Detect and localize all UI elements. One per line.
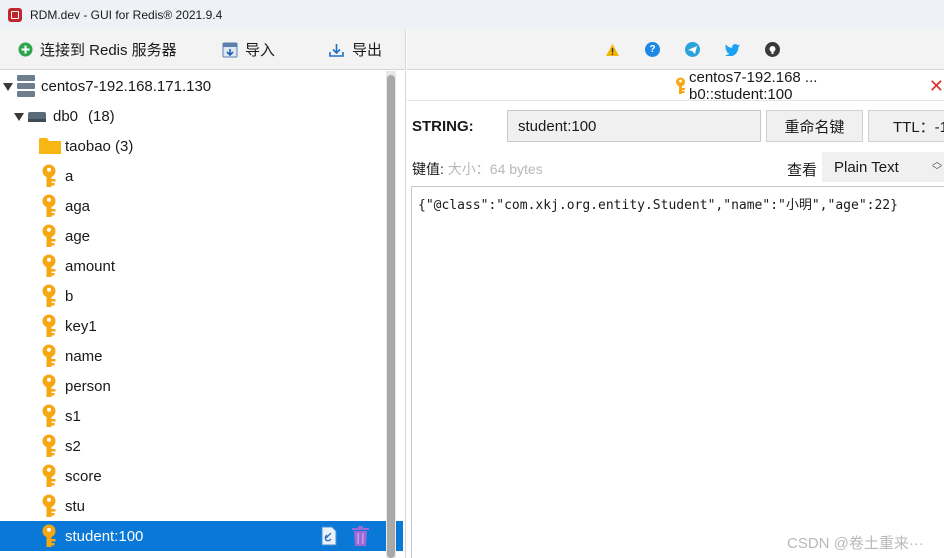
tree-key-row[interactable]: name (0, 341, 386, 371)
value-label: 键值: (412, 161, 444, 177)
tree-key-row[interactable]: score (0, 461, 386, 491)
telegram-icon[interactable] (685, 42, 700, 57)
twitter-icon[interactable] (725, 42, 740, 57)
key-label: s2 (65, 437, 81, 455)
connect-server-label: 连接到 Redis 服务器 (40, 42, 177, 59)
view-mode-value: Plain Text (834, 158, 899, 176)
db-name: db0 (53, 107, 79, 125)
tab-bar: centos7-192.168 ... b0::student:100 ✕ (407, 69, 944, 103)
title-bar: RDM.dev - GUI for Redis® 2021.9.4 (0, 0, 944, 30)
tree-key-row[interactable]: age (0, 221, 386, 251)
key-label: a (65, 167, 74, 185)
info-toolbar: ? (407, 30, 944, 70)
key-icon (40, 194, 58, 222)
key-tab-icon (675, 77, 686, 95)
rdm-logo-icon (8, 8, 22, 22)
tree-server-row[interactable]: centos7-192.168.171.130 (0, 71, 386, 101)
tree-key-row[interactable]: s2 (0, 431, 386, 461)
key-icon (40, 494, 58, 522)
tree-db-row[interactable]: db0 (18) (0, 101, 386, 131)
key-icon (40, 374, 58, 402)
value-info: 键值: 大小：64 bytes (412, 159, 543, 179)
ttl-button[interactable]: TTL：-1 (868, 110, 944, 142)
server-label: centos7-192.168.171.130 (41, 77, 212, 95)
key-icon (40, 464, 58, 492)
tree-key-row[interactable]: person (0, 371, 386, 401)
view-label: 查看 (787, 162, 818, 179)
database-icon (28, 111, 46, 128)
key-label: name (65, 347, 103, 365)
key-name-input[interactable] (507, 110, 761, 142)
key-label: amount (65, 257, 116, 275)
import-icon (222, 42, 238, 58)
delete-key-icon[interactable] (352, 526, 369, 550)
view-mode-select[interactable]: Plain Text ︿ ﹀ (822, 152, 944, 182)
expand-arrow-icon[interactable] (14, 113, 24, 121)
key-label: stu (65, 497, 86, 515)
tree-scroll-thumb[interactable] (387, 75, 395, 558)
key-label: s1 (65, 407, 81, 425)
plus-circle-icon (18, 42, 33, 57)
tree-key-row[interactable]: key1 (0, 311, 386, 341)
tree-key-row[interactable]: s1 (0, 401, 386, 431)
connection-tree: centos7-192.168.171.130 db0 (18) taobao … (0, 71, 406, 558)
key-icon (40, 404, 58, 432)
tree-key-row[interactable]: a (0, 161, 386, 191)
connect-server-button[interactable]: 连接到 Redis 服务器 (18, 30, 177, 69)
folder-label: taobao (3) (65, 137, 134, 155)
tree-scrollbar[interactable] (386, 71, 396, 558)
github-icon[interactable] (765, 42, 780, 57)
import-label: 导入 (245, 42, 276, 59)
export-icon (328, 42, 345, 58)
key-label: b (65, 287, 74, 305)
key-icon (40, 344, 58, 372)
watermark: CSDN @卷土重来··· (787, 535, 924, 552)
key-label: student:100 (65, 527, 144, 545)
key-icon (40, 524, 58, 552)
value-text: {"@class":"com.xkj.org.entity.Student","… (418, 198, 898, 213)
help-icon[interactable]: ? (645, 42, 660, 57)
tree-key-row[interactable]: aga (0, 191, 386, 221)
key-label: key1 (65, 317, 97, 335)
warning-icon[interactable] (605, 42, 620, 57)
key-icon (40, 224, 58, 252)
db-count: (18) (88, 107, 115, 125)
tab-student-100[interactable]: centos7-192.168 ... b0::student:100 ✕ (675, 69, 944, 103)
folder-icon (39, 137, 61, 158)
key-icon (40, 434, 58, 462)
key-icon (40, 254, 58, 282)
key-label: person (65, 377, 111, 395)
size-label: 大小：64 bytes (447, 161, 543, 177)
window-title: RDM.dev - GUI for Redis® 2021.9.4 (30, 8, 223, 22)
key-icon (40, 314, 58, 342)
tree-key-row[interactable]: amount (0, 251, 386, 281)
key-icon (40, 164, 58, 192)
tree-key-row[interactable]: b (0, 281, 386, 311)
close-tab-icon[interactable]: ✕ (929, 76, 944, 97)
key-type-label: STRING: (412, 118, 474, 135)
expand-arrow-icon[interactable] (3, 83, 13, 91)
key-label: age (65, 227, 91, 245)
key-label: score (65, 467, 102, 485)
rename-key-button[interactable]: 重命名键 (766, 110, 863, 142)
export-button[interactable]: 导出 (328, 30, 382, 69)
main-toolbar: 连接到 Redis 服务器 导入 导出 (0, 30, 406, 70)
tree-key-row-selected[interactable]: student:100 (0, 521, 403, 551)
key-label: aga (65, 197, 91, 215)
value-editor[interactable]: {"@class":"com.xkj.org.entity.Student","… (411, 186, 944, 558)
copy-key-icon[interactable] (320, 526, 338, 550)
key-icon (40, 284, 58, 312)
export-label: 导出 (352, 42, 383, 59)
import-button[interactable]: 导入 (222, 30, 275, 69)
server-icon (17, 75, 35, 101)
updown-arrow-icon: ︿ ﹀ (932, 157, 942, 177)
tab-label: centos7-192.168 ... b0::student:100 (689, 69, 818, 103)
tree-folder-row[interactable]: taobao (3) (0, 131, 386, 161)
tree-key-row[interactable]: stu (0, 491, 386, 521)
